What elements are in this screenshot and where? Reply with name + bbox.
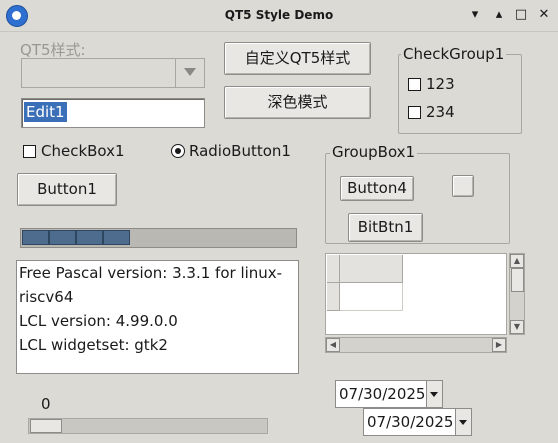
groupbox1: GroupBox1 Button4 BitBtn1 (325, 143, 510, 244)
date-picker-2-value: 07/30/2025 (367, 413, 454, 431)
close-button[interactable]: ✕ (536, 7, 552, 23)
memo-line: Free Pascal version: 3.3.1 for linux- (19, 264, 283, 282)
progress-bar (20, 228, 297, 248)
date-picker-2[interactable]: 07/30/2025 (363, 408, 472, 436)
trackbar[interactable] (28, 418, 268, 434)
style-combobox[interactable] (21, 58, 205, 88)
date-picker-1-value: 07/30/2025 (339, 385, 426, 403)
grid-vertical-scrollbar[interactable]: ▲ ▼ (509, 253, 525, 335)
minimize-button[interactable]: ▾ (467, 7, 483, 23)
trackbar-thumb[interactable] (30, 419, 62, 433)
checkbox1-label: CheckBox1 (41, 142, 125, 160)
checkgroup-item-123-checkbox[interactable] (408, 78, 421, 91)
progress-segment (49, 230, 76, 245)
checkgroup1: CheckGroup1 123 234 (398, 45, 522, 134)
custom-style-button[interactable]: 自定义QT5样式 (224, 42, 371, 75)
progress-segment (103, 230, 130, 245)
trackbar-value: 0 (41, 395, 51, 413)
edit1-field[interactable]: Edit1 (21, 98, 205, 128)
grid-cell[interactable] (340, 283, 403, 311)
version-memo[interactable]: Free Pascal version: 3.3.1 for linux- ri… (16, 260, 299, 374)
restore-button[interactable]: ▴ (491, 7, 507, 23)
scroll-down-icon[interactable]: ▼ (510, 320, 524, 334)
radiobutton1[interactable] (171, 144, 185, 158)
chevron-down-icon[interactable] (426, 381, 442, 407)
scroll-thumb[interactable] (511, 268, 524, 292)
edit1-text: Edit1 (24, 102, 67, 122)
memo-line: LCL version: 4.99.0.0 (19, 312, 178, 330)
checkgroup-item-234-label: 234 (426, 103, 455, 121)
string-grid[interactable] (325, 253, 507, 335)
memo-line: LCL widgetset: gtk2 (19, 336, 168, 354)
grid-fixed-corner (327, 255, 340, 283)
maximize-button[interactable]: □ (513, 7, 529, 23)
scroll-left-icon[interactable]: ◀ (326, 338, 340, 352)
scroll-right-icon[interactable]: ▶ (492, 338, 506, 352)
grid-row-header (327, 283, 340, 311)
chevron-down-icon[interactable] (175, 59, 204, 87)
scroll-up-icon[interactable]: ▲ (510, 254, 524, 268)
dark-mode-button[interactable]: 深色模式 (224, 86, 371, 119)
checkgroup-item-234-checkbox[interactable] (408, 106, 421, 119)
title-bar: QT5 Style Demo ▾ ▴ □ ✕ (0, 0, 558, 32)
style-label: QT5样式: (20, 41, 86, 59)
checkgroup-item-123-label: 123 (426, 75, 455, 93)
button4[interactable]: Button4 (340, 176, 414, 201)
checkbox1[interactable] (23, 145, 36, 158)
main-window: QT5 Style Demo ▾ ▴ □ ✕ QT5样式: Edit1 自定义Q… (0, 0, 558, 443)
button1[interactable]: Button1 (17, 173, 117, 206)
progress-segment (76, 230, 103, 245)
grid-horizontal-scrollbar[interactable]: ◀ ▶ (325, 337, 507, 353)
bitbtn1[interactable]: BitBtn1 (348, 213, 423, 242)
progress-segment (22, 230, 49, 245)
chevron-down-icon[interactable] (455, 409, 471, 435)
groupbox1-caption: GroupBox1 (330, 143, 418, 161)
memo-line: riscv64 (19, 288, 74, 306)
checkgroup1-caption: CheckGroup1 (401, 45, 507, 63)
small-square-button[interactable] (452, 175, 474, 197)
radiobutton1-label: RadioButton1 (189, 142, 291, 160)
grid-header-cell (340, 255, 403, 283)
date-picker-1[interactable]: 07/30/2025 (335, 380, 443, 408)
